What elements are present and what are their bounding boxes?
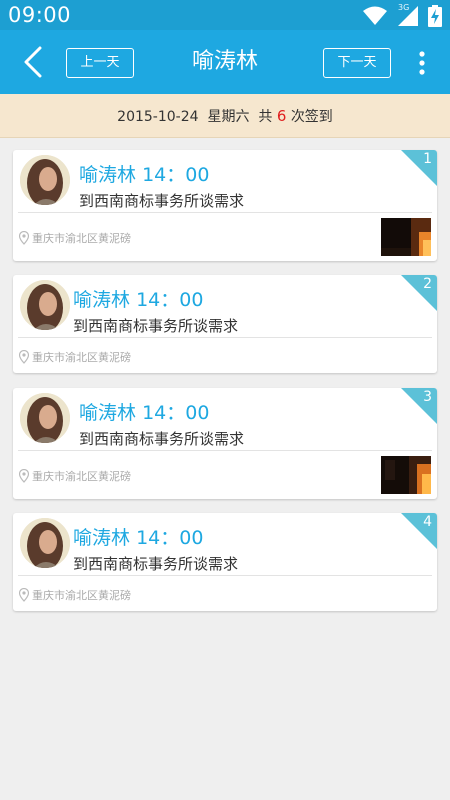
location-pin-icon	[19, 231, 29, 245]
checkin-note: 到西南商标事务所谈需求	[73, 317, 239, 335]
checkin-time: 14：00	[142, 164, 210, 186]
checkin-note: 到西南商标事务所谈需求	[79, 430, 245, 448]
checkin-note: 到西南商标事务所谈需求	[79, 192, 245, 210]
avatar[interactable]	[20, 155, 70, 205]
avatar[interactable]	[20, 280, 70, 330]
index-badge: 1	[401, 150, 437, 186]
divider	[18, 212, 432, 213]
index-number: 3	[423, 389, 432, 405]
location-pin-icon	[19, 350, 29, 364]
checkin-time: 14：00	[142, 402, 210, 424]
checkin-title: 喻涛林 14：00	[73, 285, 203, 312]
checkin-name: 喻涛林	[79, 402, 137, 424]
prev-day-button[interactable]: 上一天	[66, 48, 134, 78]
checkin-location: 重庆市渝北区黄泥磅	[19, 349, 131, 365]
summary-date: 2015-10-24	[117, 109, 199, 125]
page-title: 喻涛林	[191, 49, 258, 74]
checkin-card[interactable]: 2 喻涛林 14：00 到西南商标事务所谈需求 重庆市渝北区黄泥磅	[13, 275, 437, 373]
next-day-button[interactable]: 下一天	[323, 48, 391, 78]
location-text: 重庆市渝北区黄泥磅	[32, 232, 131, 245]
back-arrow-icon[interactable]	[18, 46, 48, 78]
checkin-note: 到西南商标事务所谈需求	[73, 555, 239, 573]
index-number: 2	[423, 276, 432, 292]
checkin-name: 喻涛林	[73, 527, 131, 549]
checkin-time: 14：00	[136, 527, 204, 549]
index-badge: 2	[401, 275, 437, 311]
checkin-location: 重庆市渝北区黄泥磅	[19, 468, 131, 484]
location-pin-icon	[19, 588, 29, 602]
index-number: 4	[423, 514, 432, 530]
checkin-count: 6	[276, 107, 287, 125]
location-text: 重庆市渝北区黄泥磅	[32, 351, 131, 364]
battery-charging-icon	[428, 5, 442, 27]
divider	[18, 450, 432, 451]
checkin-card[interactable]: 4 喻涛林 14：00 到西南商标事务所谈需求 重庆市渝北区黄泥磅	[13, 513, 437, 611]
wifi-icon	[363, 6, 387, 25]
checkin-card[interactable]: 3 喻涛林 14：00 到西南商标事务所谈需求 重庆市渝北区黄泥磅	[13, 388, 437, 499]
cellular-signal-icon: 3G	[396, 3, 420, 27]
checkin-name: 喻涛林	[79, 164, 137, 186]
index-badge: 3	[401, 388, 437, 424]
status-icons: 3G	[362, 3, 442, 27]
divider	[18, 337, 432, 338]
summary-prefix: 共	[258, 109, 273, 125]
divider	[18, 575, 432, 576]
avatar[interactable]	[20, 518, 70, 568]
avatar[interactable]	[20, 393, 70, 443]
checkin-photo[interactable]	[381, 218, 431, 256]
checkin-time: 14：00	[136, 289, 204, 311]
network-type-label: 3G	[398, 3, 410, 12]
checkin-location: 重庆市渝北区黄泥磅	[19, 587, 131, 603]
location-text: 重庆市渝北区黄泥磅	[32, 470, 131, 483]
more-vert-icon[interactable]	[414, 50, 430, 76]
index-badge: 4	[401, 513, 437, 549]
checkin-name: 喻涛林	[73, 289, 131, 311]
status-time: 09:00	[8, 3, 72, 27]
checkin-location: 重庆市渝北区黄泥磅	[19, 230, 131, 246]
checkin-title: 喻涛林 14：00	[79, 160, 209, 187]
app-bar: 上一天 喻涛林 下一天	[0, 30, 450, 94]
checkin-title: 喻涛林 14：00	[79, 398, 209, 425]
checkin-title: 喻涛林 14：00	[73, 523, 203, 550]
index-number: 1	[423, 151, 432, 167]
location-pin-icon	[19, 469, 29, 483]
summary-suffix: 次签到	[290, 109, 333, 125]
checkin-photo[interactable]	[381, 456, 431, 494]
checkin-card[interactable]: 1 喻涛林 14：00 到西南商标事务所谈需求 重庆市渝北区黄泥磅	[13, 150, 437, 261]
date-summary-bar: 2015-10-24 星期六 共 6 次签到	[0, 94, 450, 138]
status-bar: 09:00 3G	[0, 0, 450, 30]
summary-weekday: 星期六	[207, 109, 250, 125]
location-text: 重庆市渝北区黄泥磅	[32, 589, 131, 602]
